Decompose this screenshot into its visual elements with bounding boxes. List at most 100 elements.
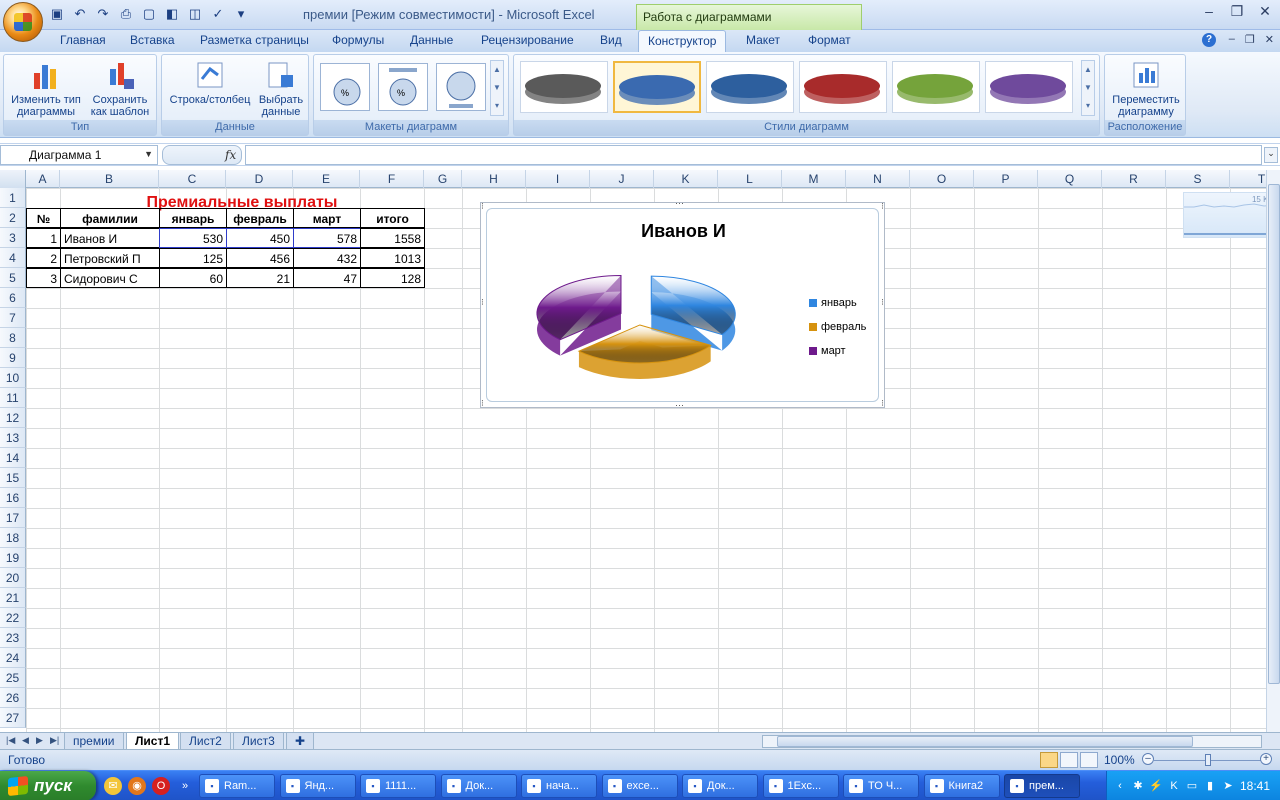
name-box-dropdown-icon[interactable]: ▼	[144, 149, 153, 159]
taskbar-button[interactable]: ▪ Док...	[682, 774, 758, 798]
table-cell[interactable]: 3	[26, 268, 61, 288]
zoom-level[interactable]: 100%	[1104, 753, 1135, 767]
taskbar-button[interactable]: ▪ нача...	[521, 774, 597, 798]
column-header[interactable]: D	[226, 170, 293, 188]
vertical-scroll-thumb[interactable]	[1268, 184, 1280, 684]
restore-icon[interactable]: ❐	[1228, 4, 1246, 20]
open-icon[interactable]: ◧	[163, 5, 181, 23]
column-header[interactable]: A	[26, 170, 60, 188]
formula-input[interactable]	[245, 145, 1262, 165]
chart-style-2[interactable]	[613, 61, 701, 113]
table-cell[interactable]: 578	[293, 228, 361, 248]
table-header-cell[interactable]: январь	[159, 208, 227, 228]
select-all-corner[interactable]	[0, 170, 26, 188]
prev-sheet-icon[interactable]: ◀	[22, 735, 29, 746]
taskbar-button[interactable]: ▪ Книга2	[923, 774, 1000, 798]
start-button[interactable]: пуск	[0, 771, 96, 800]
zoom-out-icon[interactable]: –	[1142, 753, 1154, 765]
tab-format[interactable]: Формат	[798, 33, 861, 47]
tab-layout[interactable]: Макет	[736, 33, 790, 47]
chart-style-6[interactable]	[985, 61, 1073, 113]
table-cell[interactable]: 450	[226, 228, 294, 248]
quick-launch-mail-icon[interactable]: ✉	[104, 777, 122, 795]
table-cell[interactable]: 60	[159, 268, 227, 288]
row-header[interactable]: 7	[0, 308, 26, 328]
table-header-cell[interactable]: фамилии	[60, 208, 160, 228]
page-layout-view-icon[interactable]	[1060, 752, 1078, 768]
tray-battery-icon[interactable]: ▮	[1203, 779, 1217, 793]
new-icon[interactable]: ▢	[140, 5, 158, 23]
expand-formula-bar-icon[interactable]: ⌄	[1264, 147, 1278, 163]
table-cell[interactable]: 128	[360, 268, 425, 288]
column-header[interactable]: M	[782, 170, 846, 188]
row-header[interactable]: 14	[0, 448, 26, 468]
taskbar-button[interactable]: ▪ 1Exc...	[762, 774, 839, 798]
column-header[interactable]: P	[974, 170, 1038, 188]
taskbar-button[interactable]: ▪ Ram...	[199, 774, 275, 798]
row-header[interactable]: 17	[0, 508, 26, 528]
row-header[interactable]: 10	[0, 368, 26, 388]
row-header[interactable]: 19	[0, 548, 26, 568]
print-icon[interactable]: ⎙	[117, 5, 135, 23]
zoom-in-icon[interactable]: +	[1260, 753, 1272, 765]
taskbar-button[interactable]: ▪ ТО Ч...	[843, 774, 919, 798]
legend-item[interactable]: март	[809, 345, 846, 357]
sheet-tab-premii[interactable]: премии	[64, 733, 124, 750]
chart-style-1[interactable]	[520, 61, 608, 113]
column-header[interactable]: N	[846, 170, 910, 188]
row-header[interactable]: 3	[0, 228, 26, 248]
ribbon-close-icon[interactable]: ✕	[1265, 33, 1274, 46]
row-header[interactable]: 18	[0, 528, 26, 548]
row-header[interactable]: 13	[0, 428, 26, 448]
print-preview-icon[interactable]: ◫	[186, 5, 204, 23]
chart-layout-2[interactable]: %	[378, 63, 428, 111]
taskbar-button[interactable]: ▪ exce...	[601, 774, 678, 798]
change-chart-type-button[interactable]: Изменить тип диаграммы	[8, 59, 84, 118]
taskbar-button[interactable]: ▪ Док...	[440, 774, 517, 798]
row-header[interactable]: 8	[0, 328, 26, 348]
first-sheet-icon[interactable]: |◀	[6, 735, 15, 746]
tray-network-icon[interactable]: ⚡	[1149, 779, 1163, 793]
column-header[interactable]: O	[910, 170, 974, 188]
styles-gallery-scroll[interactable]: ▲ ▼ ▾	[1081, 60, 1095, 116]
redo-icon[interactable]: ↷	[94, 5, 112, 23]
column-header[interactable]: G	[424, 170, 462, 188]
row-header[interactable]: 5	[0, 268, 26, 288]
table-cell[interactable]: 432	[293, 248, 361, 268]
row-header[interactable]: 15	[0, 468, 26, 488]
column-header[interactable]: H	[462, 170, 526, 188]
table-cell[interactable]: Петровский П	[60, 248, 160, 268]
column-header[interactable]: Q	[1038, 170, 1102, 188]
row-header[interactable]: 23	[0, 628, 26, 648]
sheet-tab-list2[interactable]: Лист2	[180, 733, 231, 750]
column-header[interactable]: F	[360, 170, 424, 188]
tab-insert[interactable]: Вставка	[120, 33, 185, 47]
minimize-icon[interactable]: –	[1200, 4, 1218, 20]
zoom-knob[interactable]	[1205, 754, 1211, 766]
tab-formulas[interactable]: Формулы	[322, 33, 394, 47]
column-header[interactable]: C	[159, 170, 226, 188]
sheet-tab-list3[interactable]: Лист3	[233, 733, 284, 750]
row-header[interactable]: 26	[0, 688, 26, 708]
tab-page-layout[interactable]: Разметка страницы	[190, 33, 319, 47]
normal-view-icon[interactable]	[1040, 752, 1058, 768]
table-cell[interactable]: 2	[26, 248, 61, 268]
column-header[interactable]: L	[718, 170, 782, 188]
table-cell[interactable]: 21	[226, 268, 294, 288]
table-cell[interactable]: 47	[293, 268, 361, 288]
ribbon-restore-icon[interactable]: ❐	[1245, 33, 1255, 46]
tray-telegram-icon[interactable]: ➤	[1221, 779, 1235, 793]
row-header[interactable]: 22	[0, 608, 26, 628]
row-header[interactable]: 2	[0, 208, 26, 228]
table-cell[interactable]: 456	[226, 248, 294, 268]
table-cell[interactable]: Сидорович С	[60, 268, 160, 288]
table-header-cell[interactable]: март	[293, 208, 361, 228]
tray-antivirus-icon[interactable]: K	[1167, 779, 1181, 793]
tab-review[interactable]: Рецензирование	[471, 33, 584, 47]
move-chart-button[interactable]: Переместить диаграмму	[1109, 59, 1183, 118]
taskbar-button[interactable]: ▪ 1111...	[360, 774, 436, 798]
tray-monitor-icon[interactable]: ▭	[1185, 779, 1199, 793]
table-header-cell[interactable]: №	[26, 208, 61, 228]
row-header[interactable]: 4	[0, 248, 26, 268]
table-header-cell[interactable]: февраль	[226, 208, 294, 228]
